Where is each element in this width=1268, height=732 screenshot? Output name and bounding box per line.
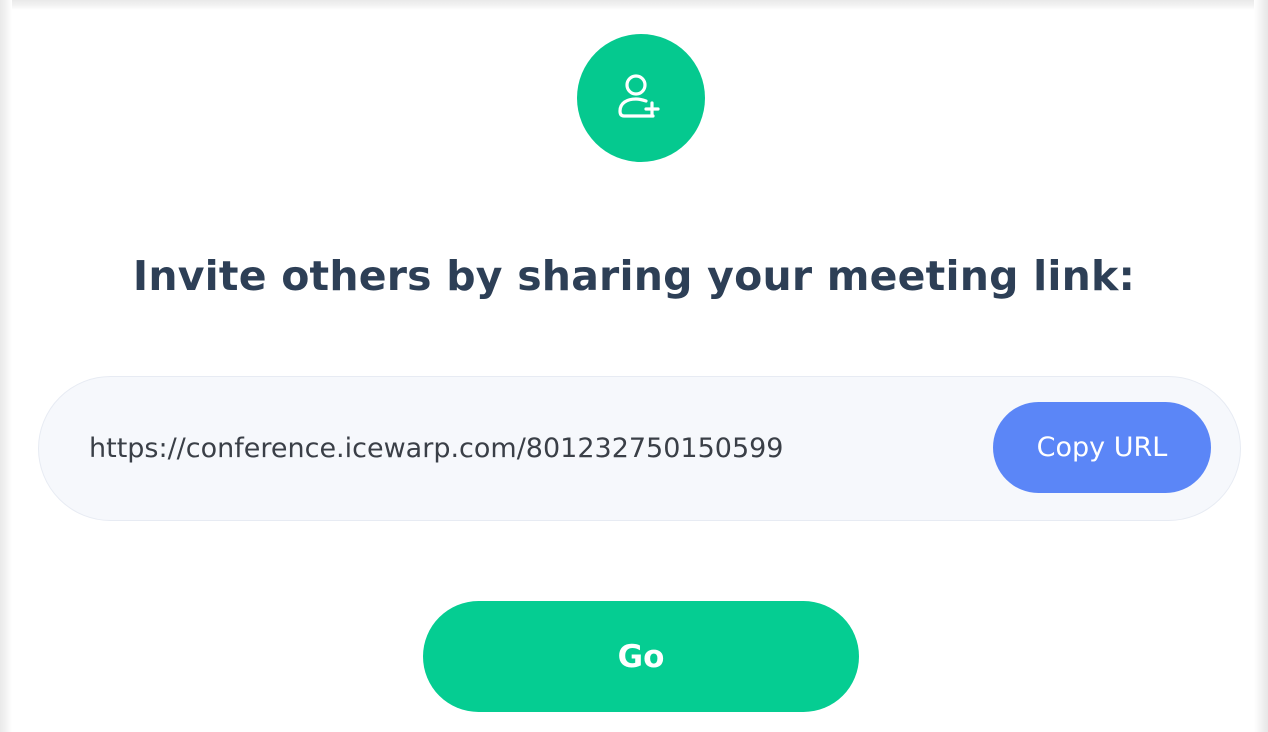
copy-url-button[interactable]: Copy URL: [993, 402, 1211, 493]
right-edge-shadow: [1254, 0, 1268, 732]
add-user-icon: [618, 74, 660, 118]
invite-panel: Invite others by sharing your meeting li…: [0, 0, 1268, 732]
top-edge-shadow: [0, 0, 1268, 10]
invite-title: Invite others by sharing your meeting li…: [132, 252, 1136, 300]
meeting-url[interactable]: https://conference.icewarp.com/801232750…: [89, 427, 784, 471]
add-user-badge: [577, 34, 705, 162]
meeting-link-box: https://conference.icewarp.com/801232750…: [38, 376, 1241, 521]
go-button[interactable]: Go: [423, 601, 859, 712]
left-edge-shadow: [0, 0, 12, 732]
